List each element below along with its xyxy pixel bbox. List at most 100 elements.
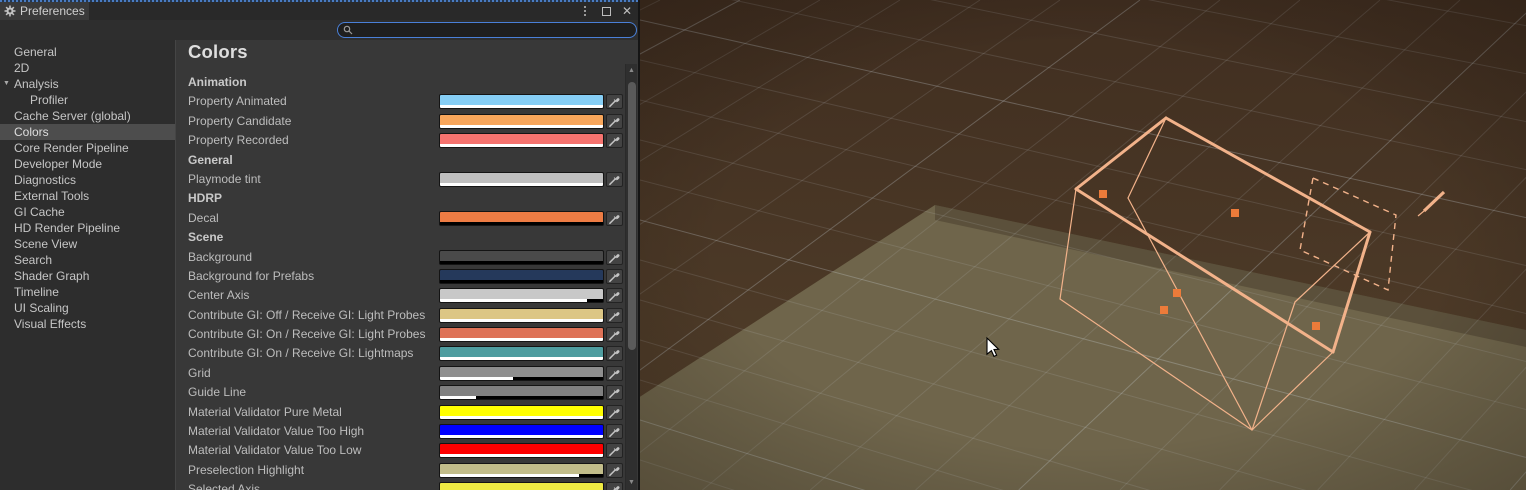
color-setting-row: Center Axis [177, 286, 638, 305]
titlebar[interactable]: Preferences ✕ [0, 2, 638, 20]
sidebar-item-label: UI Scaling [14, 301, 69, 315]
alpha-bar-fill [440, 144, 603, 147]
scrollbar-thumb[interactable] [628, 82, 636, 350]
eyedropper-button[interactable] [606, 443, 623, 458]
sidebar-item-label: GI Cache [14, 205, 65, 219]
color-setting-row: Contribute GI: On / Receive GI: Light Pr… [177, 325, 638, 344]
eyedropper-button[interactable] [606, 385, 623, 400]
color-swatch-field[interactable] [439, 346, 604, 361]
unity-editor: { "window": { "title": "Preferences", "c… [0, 0, 1526, 490]
sidebar-item-shader-graph[interactable]: Shader Graph [0, 268, 175, 284]
color-setting-row: Preselection Highlight [177, 461, 638, 480]
sidebar-item-ui-scaling[interactable]: UI Scaling [0, 300, 175, 316]
eyedropper-button[interactable] [606, 114, 623, 129]
color-swatch-field[interactable] [439, 288, 604, 303]
sidebar-item-cache-server-global-[interactable]: Cache Server (global) [0, 108, 175, 124]
swatch-alpha-bar [440, 377, 603, 380]
color-swatch-field[interactable] [439, 211, 604, 226]
sidebar-item-scene-view[interactable]: Scene View [0, 236, 175, 252]
eyedropper-icon [608, 173, 621, 186]
eyedropper-button[interactable] [606, 346, 623, 361]
maximize-button[interactable] [600, 4, 612, 18]
eyedropper-button[interactable] [606, 269, 623, 284]
eyedropper-button[interactable] [606, 482, 623, 490]
color-setting-row: Material Validator Value Too High [177, 422, 638, 441]
close-button[interactable]: ✕ [621, 4, 633, 18]
eyedropper-button[interactable] [606, 424, 623, 439]
color-swatch-field[interactable] [439, 463, 604, 478]
color-swatch-field[interactable] [439, 385, 604, 400]
sidebar-item-external-tools[interactable]: External Tools [0, 188, 175, 204]
color-swatch-field[interactable] [439, 366, 604, 381]
color-swatch-field[interactable] [439, 133, 604, 148]
sidebar-item-label: General [14, 45, 57, 59]
sidebar-item-core-render-pipeline[interactable]: Core Render Pipeline [0, 140, 175, 156]
color-swatch-field[interactable] [439, 114, 604, 129]
sidebar-item-visual-effects[interactable]: Visual Effects [0, 316, 175, 332]
eyedropper-button[interactable] [606, 327, 623, 342]
window-controls: ✕ [579, 2, 633, 20]
eyedropper-button[interactable] [606, 133, 623, 148]
sidebar-item-profiler[interactable]: Profiler [0, 92, 175, 108]
color-swatch-field[interactable] [439, 327, 604, 342]
alpha-bar-fill [440, 377, 513, 380]
sidebar-item-label: Scene View [14, 237, 77, 251]
sidebar-item-label: Shader Graph [14, 269, 89, 283]
sidebar-item-label: Core Render Pipeline [14, 141, 129, 155]
eyedropper-button[interactable] [606, 250, 623, 265]
alpha-bar-fill [440, 319, 603, 322]
window-menu-button[interactable] [579, 4, 591, 18]
color-swatch-field[interactable] [439, 482, 604, 490]
swatch-color [440, 289, 603, 299]
scrollbar[interactable]: ▲ ▼ [625, 64, 637, 490]
alpha-bar-fill [440, 396, 476, 399]
sidebar-item-timeline[interactable]: Timeline [0, 284, 175, 300]
eyedropper-button[interactable] [606, 405, 623, 420]
sidebar-item-search[interactable]: Search [0, 252, 175, 268]
sidebar-item-label: Timeline [14, 285, 59, 299]
color-settings-list: AnimationProperty AnimatedProperty Candi… [177, 73, 638, 490]
eyedropper-button[interactable] [606, 463, 623, 478]
sidebar-item-hd-render-pipeline[interactable]: HD Render Pipeline [0, 220, 175, 236]
sidebar-item-2d[interactable]: 2D [0, 60, 175, 76]
scene-view[interactable] [640, 0, 1526, 490]
color-swatch-field[interactable] [439, 172, 604, 187]
scroll-up-arrow[interactable]: ▲ [626, 66, 637, 76]
window-tab-preferences[interactable]: Preferences [0, 2, 89, 20]
sidebar-item-analysis[interactable]: ▼Analysis [0, 76, 175, 92]
sidebar-item-general[interactable]: General [0, 44, 175, 60]
swatch-alpha-bar [440, 435, 603, 438]
sidebar-item-label: Developer Mode [14, 157, 102, 171]
sidebar-item-label: Visual Effects [14, 317, 86, 331]
alpha-bar-fill [440, 105, 603, 108]
color-swatch-field[interactable] [439, 269, 604, 284]
color-swatch-field[interactable] [439, 424, 604, 439]
eyedropper-button[interactable] [606, 211, 623, 226]
colors-panel: Colors AnimationProperty AnimatedPropert… [177, 40, 638, 490]
color-swatch-field[interactable] [439, 250, 604, 265]
color-swatch-field[interactable] [439, 308, 604, 323]
color-swatch-field[interactable] [439, 94, 604, 109]
sidebar-item-gi-cache[interactable]: GI Cache [0, 204, 175, 220]
section-header: Animation [177, 73, 638, 92]
search-box[interactable] [337, 22, 637, 38]
sidebar-item-diagnostics[interactable]: Diagnostics [0, 172, 175, 188]
search-input[interactable] [356, 24, 631, 36]
scroll-down-arrow[interactable]: ▼ [626, 478, 637, 488]
color-setting-row: Material Validator Pure Metal [177, 403, 638, 422]
section-header: Scene [177, 228, 638, 247]
eyedropper-button[interactable] [606, 366, 623, 381]
color-swatch-field[interactable] [439, 443, 604, 458]
eyedropper-button[interactable] [606, 308, 623, 323]
swatch-alpha-bar [440, 357, 603, 360]
sidebar-item-developer-mode[interactable]: Developer Mode [0, 156, 175, 172]
sidebar-item-colors[interactable]: Colors [0, 124, 175, 140]
eyedropper-button[interactable] [606, 172, 623, 187]
color-swatch-field[interactable] [439, 405, 604, 420]
expander-triangle-icon[interactable]: ▼ [3, 76, 10, 92]
eyedropper-button[interactable] [606, 288, 623, 303]
section-header-row: General [177, 151, 638, 170]
search-icon [343, 25, 353, 35]
alpha-bar-fill [440, 183, 603, 186]
eyedropper-button[interactable] [606, 94, 623, 109]
